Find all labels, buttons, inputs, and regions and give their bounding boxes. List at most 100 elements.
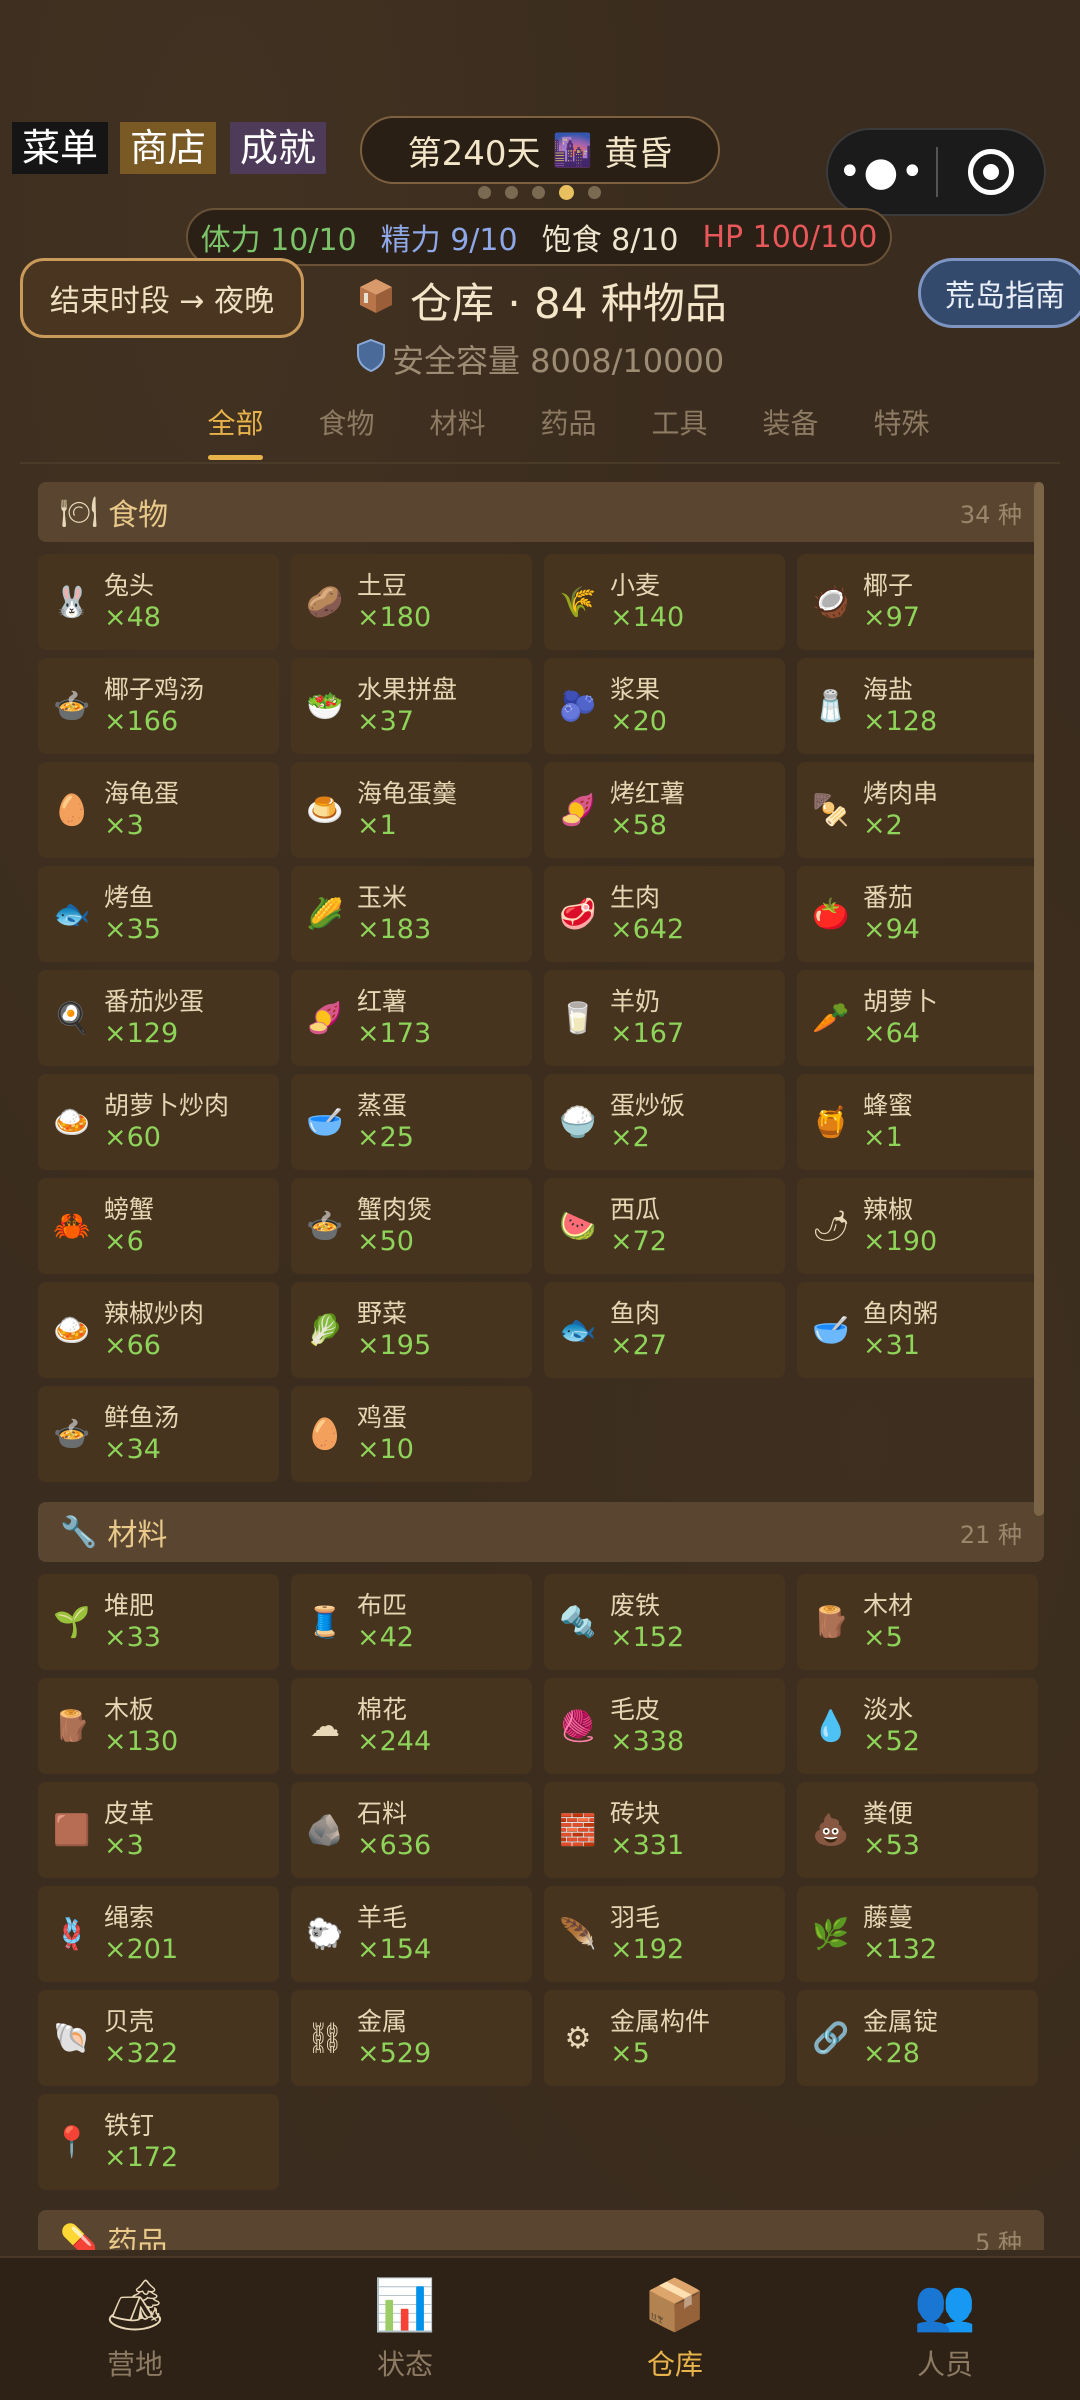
inventory-item[interactable]: 🍳 番茄炒蛋 ×129 [38, 970, 279, 1066]
item-quantity: ×132 [863, 1934, 938, 1965]
achievements-button[interactable]: 成就 [230, 122, 327, 174]
nav-status[interactable]: 📊 状态 [270, 2258, 540, 2400]
close-target-icon[interactable] [938, 149, 1044, 195]
menu-button[interactable]: 菜单 [12, 122, 109, 174]
inventory-item[interactable]: 🥛 羊奶 ×167 [544, 970, 785, 1066]
inventory-item[interactable]: 🐚 贝壳 ×322 [38, 1990, 279, 2086]
section-count: 34 种 [959, 500, 1022, 529]
inventory-item[interactable]: 🌿 藤蔓 ×132 [797, 1886, 1038, 1982]
stamina-stat: 体力 10/10 [200, 223, 357, 258]
tab-materials[interactable]: 材料 [402, 396, 513, 462]
inventory-item[interactable]: 🐟 鱼肉 ×27 [544, 1282, 785, 1378]
dusk-icon: 🌆 [552, 131, 593, 169]
tab-special[interactable]: 特殊 [846, 396, 957, 462]
inventory-item[interactable]: ⛓ 金属 ×529 [291, 1990, 532, 2086]
inventory-item[interactable]: 🍮 海龟蛋羹 ×1 [291, 762, 532, 858]
inventory-item[interactable]: 🪵 木板 ×130 [38, 1678, 279, 1774]
inventory-item[interactable]: 🥗 水果拼盘 ×37 [291, 658, 532, 754]
item-quantity: ×72 [610, 1226, 667, 1257]
inventory-item[interactable]: 🥩 生肉 ×642 [544, 866, 785, 962]
inventory-item[interactable]: ☁ 棉花 ×244 [291, 1678, 532, 1774]
item-name: 皮革 [104, 1799, 155, 1828]
inventory-item[interactable]: 🍚 蛋炒饭 ×2 [544, 1074, 785, 1170]
inventory-item[interactable]: 🔩 废铁 ×152 [544, 1574, 785, 1670]
nav-warehouse[interactable]: 📦 仓库 [540, 2258, 810, 2400]
inventory-item[interactable]: 🔗 金属锭 ×28 [797, 1990, 1038, 2086]
inventory-item[interactable]: 🪵 木材 ×5 [797, 1574, 1038, 1670]
inventory-item[interactable]: 🧶 毛皮 ×338 [544, 1678, 785, 1774]
inventory-item[interactable]: 🧵 布匹 ×42 [291, 1574, 532, 1670]
section-count: 21 种 [959, 1520, 1022, 1549]
item-icon: 🧶 [559, 1708, 597, 1744]
inventory-item[interactable]: 🟫 皮革 ×3 [38, 1782, 279, 1878]
inventory-item[interactable]: 📍 铁钉 ×172 [38, 2094, 279, 2190]
item-name: 西瓜 [610, 1195, 661, 1224]
inventory-item[interactable]: 🫐 浆果 ×20 [544, 658, 785, 754]
inventory-item[interactable]: 🧂 海盐 ×128 [797, 658, 1038, 754]
day-text: 第240天 [407, 133, 541, 174]
inventory-item[interactable]: 🐟 烤鱼 ×35 [38, 866, 279, 962]
inventory-item[interactable]: 🪶 羽毛 ×192 [544, 1886, 785, 1982]
inventory-item[interactable]: 🥚 鸡蛋 ×10 [291, 1386, 532, 1482]
inventory-item[interactable]: 🥔 土豆 ×180 [291, 554, 532, 650]
inventory-list[interactable]: 🍽 食物 34 种 🐰 兔头 ×48 🥔 土豆 ×180 🌾 小麦 ×140 🥥 椰子 ×97 🍲 椰子鸡… [38, 482, 1044, 2250]
item-icon: 🪨 [306, 1812, 344, 1848]
inventory-item[interactable]: 🍠 烤红薯 ×58 [544, 762, 785, 858]
inventory-item[interactable]: 🍉 西瓜 ×72 [544, 1178, 785, 1274]
inventory-item[interactable]: 🥣 鱼肉粥 ×31 [797, 1282, 1038, 1378]
inventory-item[interactable]: 🌽 玉米 ×183 [291, 866, 532, 962]
inventory-item[interactable]: 🥕 胡萝卜 ×64 [797, 970, 1038, 1066]
category-tabs: 全部 食物 材料 药品 工具 装备 特殊 [20, 396, 1060, 464]
inventory-item[interactable]: 🥣 蒸蛋 ×25 [291, 1074, 532, 1170]
inventory-item[interactable]: 🦀 螃蟹 ×6 [38, 1178, 279, 1274]
inventory-item[interactable]: 🍅 番茄 ×94 [797, 866, 1038, 962]
inventory-item[interactable]: 🍛 辣椒炒肉 ×66 [38, 1282, 279, 1378]
item-quantity: ×31 [863, 1330, 920, 1361]
more-options-icon[interactable]: •●• [828, 149, 936, 195]
inventory-item[interactable]: ⚙ 金属构件 ×5 [544, 1990, 785, 2086]
nav-camp[interactable]: 🏕 营地 [0, 2258, 270, 2400]
section-header-medicine[interactable]: 💊 药品 5 种 [38, 2210, 1044, 2250]
item-name: 野菜 [357, 1299, 408, 1328]
bottom-nav: 🏕 营地 📊 状态 📦 仓库 👥 人员 [0, 2256, 1080, 2400]
section-header-materials[interactable]: 🔧 材料 21 种 [38, 1502, 1044, 1562]
inventory-item[interactable]: 🧱 砖块 ×331 [544, 1782, 785, 1878]
island-guide-button[interactable]: 荒岛指南 [918, 258, 1080, 328]
inventory-item[interactable]: 🍢 烤肉串 ×2 [797, 762, 1038, 858]
inventory-item[interactable]: 🍲 鲜鱼汤 ×34 [38, 1386, 279, 1482]
inventory-item[interactable]: 🍲 椰子鸡汤 ×166 [38, 658, 279, 754]
item-quantity: ×130 [104, 1726, 179, 1757]
item-name: 海龟蛋 [104, 779, 180, 808]
item-name: 蟹肉煲 [357, 1195, 433, 1224]
inventory-item[interactable]: 💩 粪便 ×53 [797, 1782, 1038, 1878]
end-period-button[interactable]: 结束时段 → 夜晚 [20, 258, 304, 338]
section-header-food[interactable]: 🍽 食物 34 种 [38, 482, 1044, 542]
inventory-item[interactable]: 🍲 蟹肉煲 ×50 [291, 1178, 532, 1274]
tab-medicine[interactable]: 药品 [513, 396, 624, 462]
inventory-item[interactable]: 🥬 野菜 ×195 [291, 1282, 532, 1378]
inventory-item[interactable]: 🍯 蜂蜜 ×1 [797, 1074, 1038, 1170]
inventory-item[interactable]: 🍛 胡萝卜炒肉 ×60 [38, 1074, 279, 1170]
inventory-item[interactable]: 🪢 绳索 ×201 [38, 1886, 279, 1982]
scrollbar[interactable] [1034, 482, 1044, 1516]
tab-equipment[interactable]: 装备 [735, 396, 846, 462]
inventory-item[interactable]: 🐰 兔头 ×48 [38, 554, 279, 650]
inventory-item[interactable]: 🌾 小麦 ×140 [544, 554, 785, 650]
tab-all[interactable]: 全部 [180, 396, 291, 462]
inventory-item[interactable]: 🍠 红薯 ×173 [291, 970, 532, 1066]
shop-button[interactable]: 商店 [120, 122, 217, 174]
page-dot-active [559, 185, 574, 200]
item-icon: 🐟 [53, 896, 91, 932]
inventory-item[interactable]: 🐑 羊毛 ×154 [291, 1886, 532, 1982]
inventory-item[interactable]: 🌶 辣椒 ×190 [797, 1178, 1038, 1274]
inventory-item[interactable]: 🥚 海龟蛋 ×3 [38, 762, 279, 858]
nav-people[interactable]: 👥 人员 [810, 2258, 1080, 2400]
inventory-item[interactable]: 💧 淡水 ×52 [797, 1678, 1038, 1774]
tab-food[interactable]: 食物 [291, 396, 402, 462]
item-quantity: ×33 [104, 1622, 161, 1653]
item-quantity: ×331 [610, 1830, 685, 1861]
inventory-item[interactable]: 🥥 椰子 ×97 [797, 554, 1038, 650]
tab-tools[interactable]: 工具 [624, 396, 735, 462]
inventory-item[interactable]: 🪨 石料 ×636 [291, 1782, 532, 1878]
inventory-item[interactable]: 🌱 堆肥 ×33 [38, 1574, 279, 1670]
